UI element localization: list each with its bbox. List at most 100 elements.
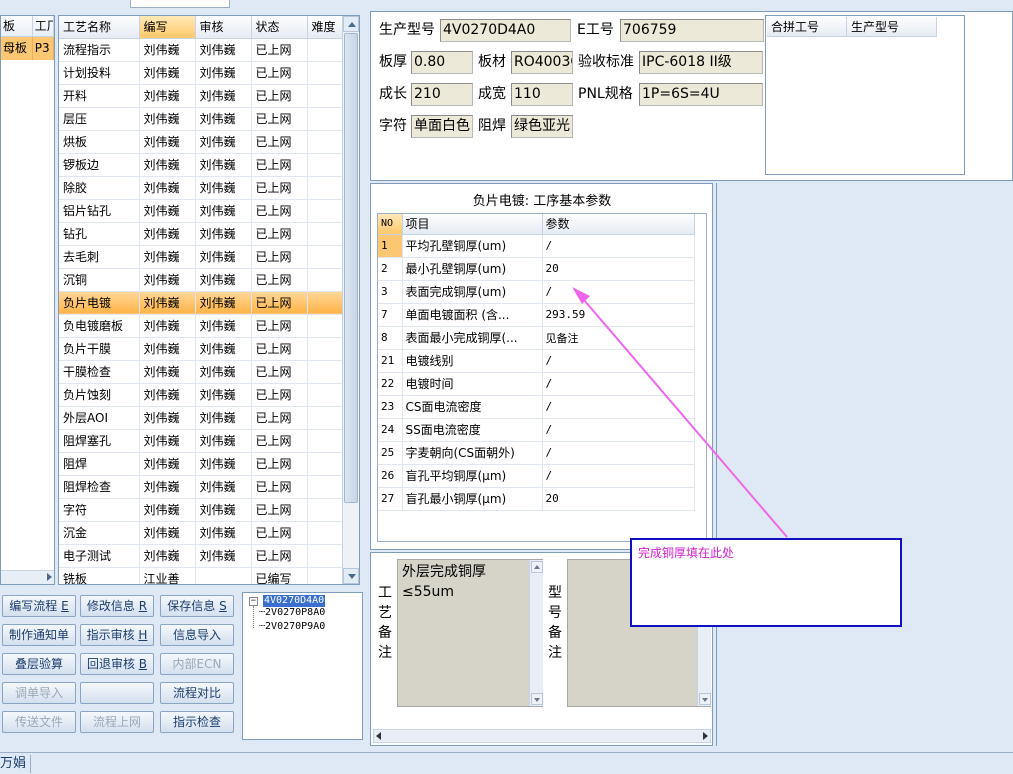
scroll-down-icon[interactable] [699, 693, 711, 705]
board-list-row[interactable]: 母板 P3 [1, 37, 54, 60]
header-board[interactable]: 板 [1, 16, 33, 36]
process-row[interactable]: 铝片钻孔 刘伟巍 刘伟巍 已上网 [59, 199, 343, 223]
param-row[interactable]: 1 平均孔壁铜厚(um) / [378, 234, 695, 258]
scroll-down-icon[interactable] [531, 693, 543, 705]
process-row[interactable]: 干膜检查 刘伟巍 刘伟巍 已上网 [59, 360, 343, 384]
scroll-up-icon[interactable] [531, 561, 543, 573]
header-writer[interactable]: 编写 [139, 16, 196, 39]
action-button[interactable]: 传送文件 [2, 711, 76, 733]
param-row[interactable]: 27 盲孔最小铜厚(μm) 20 [378, 487, 695, 511]
e-number-field[interactable]: 706759 [620, 19, 764, 42]
action-button[interactable] [80, 682, 154, 704]
pnl-field[interactable]: 1P=6S=4U [639, 83, 763, 106]
process-remark-textarea[interactable]: 外层完成铜厚 ≤55um [397, 559, 543, 707]
scroll-right-icon[interactable] [47, 573, 52, 581]
process-row[interactable]: 开料 刘伟巍 刘伟巍 已上网 [59, 84, 343, 108]
param-row[interactable]: 3 表面完成铜厚(um) / [378, 280, 695, 304]
model-field[interactable]: 4V0270D4A0 [440, 19, 571, 42]
process-row[interactable]: 字符 刘伟巍 刘伟巍 已上网 [59, 498, 343, 522]
process-row[interactable]: 阻焊塞孔 刘伟巍 刘伟巍 已上网 [59, 429, 343, 453]
action-button[interactable]: 指示检查 [160, 711, 234, 733]
header-factory[interactable]: 工厂 [33, 16, 54, 36]
process-row[interactable]: 负片蚀刻 刘伟巍 刘伟巍 已上网 [59, 383, 343, 407]
action-button[interactable]: 调单导入 [2, 682, 76, 704]
merge-grid[interactable]: 合拼工号 生产型号 [765, 15, 965, 175]
param-row[interactable]: 7 单面电镀面积 (含... 293.59 [378, 303, 695, 327]
action-button[interactable]: 编写流程 E [2, 595, 76, 617]
process-row[interactable]: 沉铜 刘伟巍 刘伟巍 已上网 [59, 268, 343, 292]
process-row[interactable]: 铣板 江业善 已编写 [59, 567, 343, 584]
action-button[interactable]: 保存信息 S [160, 595, 234, 617]
standard-field[interactable]: IPC-6018 II级 [639, 51, 763, 74]
action-button[interactable]: 信息导入 [160, 624, 234, 646]
process-row[interactable]: 烘板 刘伟巍 刘伟巍 已上网 [59, 130, 343, 154]
tree-child-node[interactable]: ┈2V0270P9A0 [259, 621, 325, 633]
width-field[interactable]: 110 [511, 83, 573, 106]
process-row[interactable]: 计划投料 刘伟巍 刘伟巍 已上网 [59, 61, 343, 85]
header-merge-no[interactable]: 合拼工号 [767, 17, 847, 37]
process-row[interactable]: 沉金 刘伟巍 刘伟巍 已上网 [59, 521, 343, 545]
action-button[interactable]: 制作通知单 [2, 624, 76, 646]
process-row[interactable]: 去毛刺 刘伟巍 刘伟巍 已上网 [59, 245, 343, 269]
param-row[interactable]: 25 字麦朝向(CS面朝外) / [378, 441, 695, 465]
param-row[interactable]: 26 盲孔平均铜厚(μm) / [378, 464, 695, 488]
tree-connector [253, 606, 254, 628]
param-row[interactable]: 8 表面最小完成铜厚(... 见备注 [378, 326, 695, 350]
action-button[interactable]: 回退审核 B [80, 653, 154, 675]
header-process-name[interactable]: 工艺名称 [59, 16, 140, 39]
header-value[interactable]: 参数 [542, 214, 695, 235]
process-row[interactable]: 电子测试 刘伟巍 刘伟巍 已上网 [59, 544, 343, 568]
header-status[interactable]: 状态 [251, 16, 308, 39]
process-row[interactable]: 钻孔 刘伟巍 刘伟巍 已上网 [59, 222, 343, 246]
action-button[interactable]: 叠层验算 [2, 653, 76, 675]
length-field[interactable]: 210 [411, 83, 473, 106]
action-button[interactable]: 指示审核 H [80, 624, 154, 646]
param-row[interactable]: 2 最小孔壁铜厚(um) 20 [378, 257, 695, 281]
header-item[interactable]: 项目 [402, 214, 543, 235]
param-row[interactable]: 24 SS面电流密度 / [378, 418, 695, 442]
scroll-thumb[interactable] [344, 33, 358, 503]
action-button[interactable]: 内部ECN [160, 653, 234, 675]
material-field[interactable]: RO4003C [511, 51, 573, 74]
board-list-hscrollbar[interactable] [1, 570, 54, 584]
process-row[interactable]: 外层AOI 刘伟巍 刘伟巍 已上网 [59, 406, 343, 430]
action-button[interactable]: 修改信息 R [80, 595, 154, 617]
param-row[interactable]: 23 CS面电流密度 / [378, 395, 695, 419]
cell-process-name: 电子测试 [59, 544, 140, 568]
process-row[interactable]: 锣板边 刘伟巍 刘伟巍 已上网 [59, 153, 343, 177]
process-grid[interactable]: 工艺名称 编写 审核 状态 难度 流程指示 刘伟巍 刘伟巍 已上网 计划投料 刘伟巍 刘伟巍… [58, 15, 360, 585]
top-input-box[interactable] [130, 0, 230, 8]
param-row[interactable]: 22 电镀时间 / [378, 372, 695, 396]
process-row[interactable]: 层压 刘伟巍 刘伟巍 已上网 [59, 107, 343, 131]
scroll-right-icon[interactable] [703, 732, 708, 740]
param-row[interactable]: 21 电镀线别 / [378, 349, 695, 373]
process-row[interactable]: 负片干膜 刘伟巍 刘伟巍 已上网 [59, 337, 343, 361]
process-row[interactable]: 阻焊检查 刘伟巍 刘伟巍 已上网 [59, 475, 343, 499]
header-difficulty[interactable]: 难度 [307, 16, 343, 39]
action-button[interactable]: 流程对比 [160, 682, 234, 704]
collapse-icon[interactable]: − [249, 597, 258, 606]
params-grid[interactable]: NO 项目 参数 1 平均孔壁铜厚(um)/2 最小孔壁铜厚(um) 20 3 表面完成铜… [377, 213, 707, 542]
scroll-left-icon[interactable] [376, 732, 381, 740]
model-tree[interactable]: − 4V0270D4A0 ┈2V0270P8A0 ┈2V0270P9A0 [242, 592, 363, 740]
soldermask-field[interactable]: 绿色亚光 [511, 115, 573, 138]
process-row[interactable]: 阻焊 刘伟巍 刘伟巍 已上网 [59, 452, 343, 476]
process-remark-scrollbar[interactable] [529, 560, 543, 706]
tree-child-node[interactable]: ┈2V0270P8A0 [259, 607, 325, 619]
process-row[interactable]: 负片电镀 刘伟巍 刘伟巍 已上网 [59, 291, 343, 315]
header-merge-model[interactable]: 生产型号 [847, 17, 937, 37]
action-button[interactable]: 流程上网 [80, 711, 154, 733]
thickness-field[interactable]: 0.80 [411, 51, 473, 74]
silkscreen-field[interactable]: 单面白色 [411, 115, 473, 138]
process-row[interactable]: 流程指示 刘伟巍 刘伟巍 已上网 [59, 38, 343, 62]
process-row[interactable]: 负电镀磨板 刘伟巍 刘伟巍 已上网 [59, 314, 343, 338]
header-reviewer[interactable]: 审核 [195, 16, 252, 39]
process-row[interactable]: 除胶 刘伟巍 刘伟巍 已上网 [59, 176, 343, 200]
board-list-grid[interactable]: 板 工厂 母板 P3 [0, 15, 55, 585]
header-no[interactable]: NO [378, 214, 403, 235]
process-vscrollbar[interactable] [342, 16, 359, 584]
scroll-down-icon[interactable] [343, 568, 359, 584]
tree-root-node[interactable]: 4V0270D4A0 [263, 595, 326, 607]
scroll-up-icon[interactable] [343, 16, 359, 32]
remarks-hscrollbar[interactable] [373, 729, 711, 743]
